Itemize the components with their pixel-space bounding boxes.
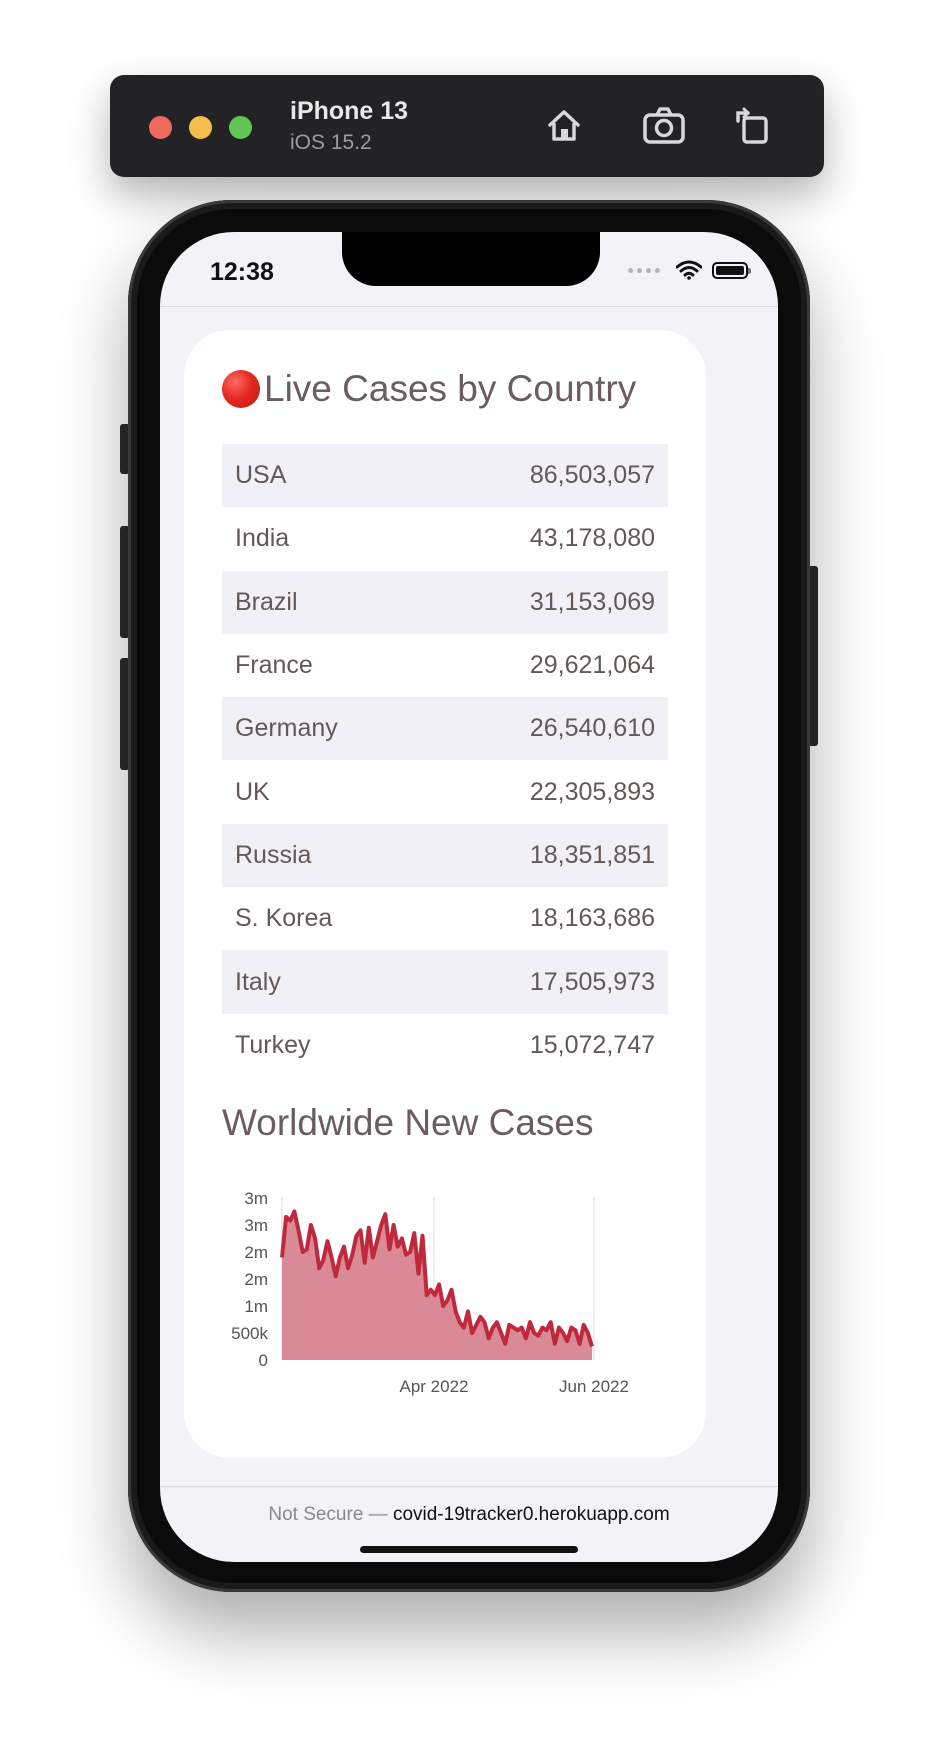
case-count: 18,163,686 xyxy=(529,904,655,933)
case-count: 15,072,747 xyxy=(529,1030,655,1059)
stats-card: Live Cases by Country USA 86,503,057 Ind… xyxy=(184,330,706,1458)
table-row: Turkey 15,072,747 xyxy=(222,1014,668,1077)
country-table: USA 86,503,057 India 43,178,080 Brazil 3… xyxy=(222,444,668,1077)
case-count: 86,503,057 xyxy=(529,461,655,490)
table-row: Italy 17,505,973 xyxy=(222,950,668,1014)
table-row: Brazil 31,153,069 xyxy=(222,570,668,634)
country-name: UK xyxy=(235,777,270,806)
os-version: iOS 15.2 xyxy=(290,131,372,154)
y-tick-label: 2m xyxy=(244,1270,268,1289)
table-row: France 29,621,064 xyxy=(222,634,668,697)
close-window-button[interactable] xyxy=(149,116,172,139)
live-cases-title: Live Cases by Country xyxy=(222,368,636,410)
country-name: Russia xyxy=(235,840,312,869)
y-tick-label: 500k xyxy=(231,1324,268,1343)
table-row: India 43,178,080 xyxy=(222,507,668,570)
phone-screen: 12:38 Live Cases by Country USA 86,503,0… xyxy=(160,232,778,1562)
status-icons xyxy=(628,260,751,280)
x-tick-label: Jun 2022 xyxy=(559,1377,629,1396)
new-cases-chart: 0 500k 1m 2m 2m 3m 3m Apr 2022 Jun 2022 xyxy=(231,1189,629,1396)
device-name: iPhone 13 xyxy=(290,97,409,125)
live-cases-title-text: Live Cases by Country xyxy=(264,368,637,409)
rotate-icon[interactable] xyxy=(728,101,776,149)
notch xyxy=(342,232,600,286)
country-name: France xyxy=(235,651,313,680)
table-row: Russia 18,351,851 xyxy=(222,823,668,888)
table-row: UK 22,305,893 xyxy=(222,760,668,823)
country-name: S. Korea xyxy=(235,904,333,933)
signal-dots-icon xyxy=(628,267,660,273)
country-name: Italy xyxy=(235,967,281,996)
y-tick-label: 3m xyxy=(244,1216,268,1235)
status-divider xyxy=(160,306,778,307)
case-count: 31,153,069 xyxy=(529,587,655,616)
y-tick-label: 0 xyxy=(259,1351,268,1370)
x-tick-label: Apr 2022 xyxy=(400,1377,469,1396)
url-host: covid-19tracker0.herokuapp.com xyxy=(392,1504,670,1525)
country-name: Germany xyxy=(235,714,338,743)
screenshot-icon[interactable] xyxy=(640,101,688,149)
zoom-window-button[interactable] xyxy=(229,116,252,139)
y-tick-label: 1m xyxy=(244,1297,268,1316)
table-row: S. Korea 18,163,686 xyxy=(222,887,668,950)
case-count: 26,540,610 xyxy=(529,714,655,743)
country-name: Turkey xyxy=(235,1030,311,1059)
case-count: 29,621,064 xyxy=(529,651,655,680)
y-tick-label: 2m xyxy=(244,1243,268,1262)
case-count: 43,178,080 xyxy=(529,524,655,553)
url-security-label: Not Secure — xyxy=(268,1504,393,1525)
url-divider xyxy=(160,1486,778,1487)
table-row: USA 86,503,057 xyxy=(222,444,668,508)
case-count: 18,351,851 xyxy=(529,840,655,869)
country-name: USA xyxy=(235,461,287,490)
address-bar[interactable]: Not Secure — covid-19tracker0.herokuapp.… xyxy=(160,1504,778,1526)
country-name: Brazil xyxy=(235,587,298,616)
case-count: 17,505,973 xyxy=(529,967,655,996)
status-time: 12:38 xyxy=(210,258,274,286)
chart-title: Worldwide New Cases xyxy=(222,1102,594,1143)
home-icon[interactable] xyxy=(540,101,588,149)
table-row: Germany 26,540,610 xyxy=(222,697,668,761)
red-circle-icon xyxy=(222,370,260,408)
home-indicator[interactable] xyxy=(360,1546,578,1553)
y-tick-label: 3m xyxy=(244,1189,268,1208)
case-count: 22,305,893 xyxy=(529,777,655,806)
country-name: India xyxy=(235,524,290,553)
battery-icon xyxy=(712,261,751,279)
simulator-toolbar: iPhone 13 iOS 15.2 xyxy=(110,75,824,177)
minimize-window-button[interactable] xyxy=(189,116,212,139)
wifi-icon xyxy=(676,260,702,280)
